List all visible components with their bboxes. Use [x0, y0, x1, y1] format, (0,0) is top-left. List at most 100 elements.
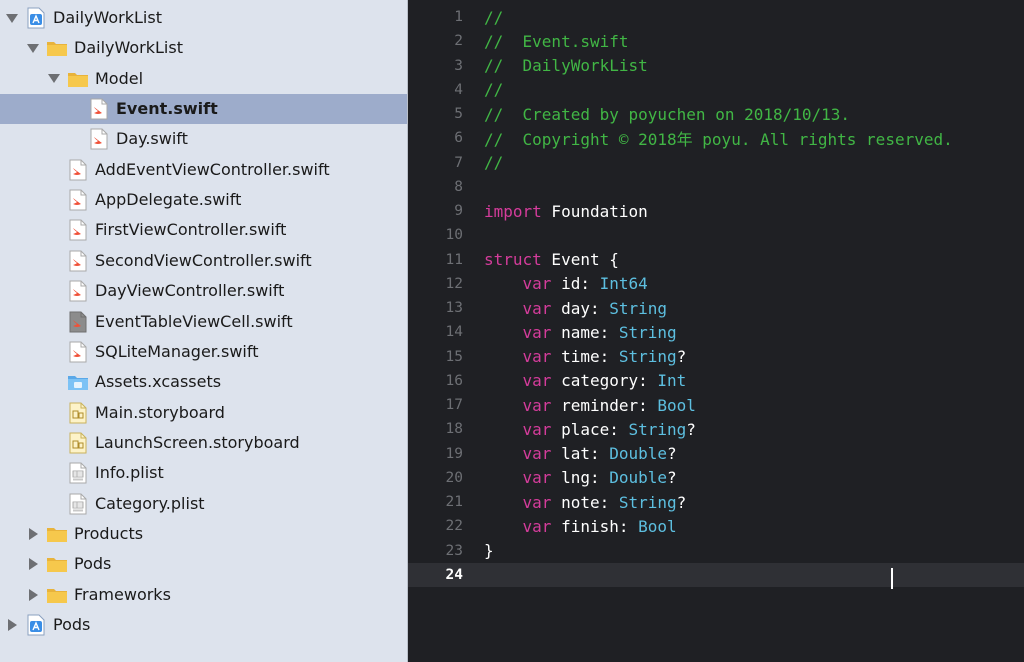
code-line[interactable]: 18 var place: String?: [408, 417, 1024, 441]
navigator-item[interactable]: Products: [0, 519, 407, 549]
navigator-item[interactable]: SQLiteManager.swift: [0, 337, 407, 367]
navigator-item[interactable]: Pods: [0, 549, 407, 579]
code-token-plain: day:: [551, 298, 610, 318]
code-token-keyword: struct: [484, 250, 542, 270]
disclosure-closed-icon[interactable]: [5, 618, 19, 632]
code-line[interactable]: 19 var lat: Double?: [408, 442, 1024, 466]
code-line[interactable]: 13 var day: String: [408, 296, 1024, 320]
line-number: 9: [454, 203, 463, 220]
code-text: var note: String?: [484, 493, 687, 512]
navigator-item[interactable]: AddEventViewController.swift: [0, 155, 407, 185]
xcode-project-icon: [25, 614, 47, 636]
code-line[interactable]: 9 import Foundation: [408, 199, 1024, 223]
code-line[interactable]: 3 // DailyWorkList: [408, 54, 1024, 78]
navigator-item[interactable]: DailyWorkList: [0, 3, 407, 33]
disclosure-closed-icon[interactable]: [26, 588, 40, 602]
swift-file-icon: [88, 98, 110, 120]
disclosure-closed-icon[interactable]: [26, 557, 40, 571]
navigator-item[interactable]: Event.swift: [0, 94, 407, 125]
code-line[interactable]: 15 var time: String?: [408, 345, 1024, 369]
source-editor[interactable]: 1 // 2 // Event.swift 3 // DailyWorkList 4 // 5 /…: [408, 0, 1024, 662]
code-text: //: [484, 153, 503, 172]
navigator-item[interactable]: Frameworks: [0, 580, 407, 610]
disclosure-open-icon[interactable]: [5, 11, 19, 25]
code-line[interactable]: 16 var category: Int: [408, 369, 1024, 393]
navigator-item-label: SecondViewController.swift: [95, 250, 312, 270]
navigator-item[interactable]: AppDelegate.swift: [0, 185, 407, 215]
code-line[interactable]: 14 var name: String: [408, 320, 1024, 344]
line-number: 5: [454, 106, 463, 123]
code-token-plain: category:: [551, 371, 658, 391]
code-token-keyword: var: [522, 516, 552, 536]
code-text: var finish: Bool: [484, 517, 677, 536]
code-line[interactable]: 8: [408, 175, 1024, 199]
code-text: //: [484, 80, 503, 99]
swift-file-gray-icon: [67, 311, 89, 333]
folder-icon: [67, 68, 89, 90]
navigator-item[interactable]: Category.plist: [0, 489, 407, 519]
navigator-item[interactable]: DailyWorkList: [0, 33, 407, 63]
navigator-item[interactable]: Main.storyboard: [0, 398, 407, 428]
navigator-item[interactable]: EventTableViewCell.swift: [0, 307, 407, 337]
navigator-item[interactable]: FirstViewController.swift: [0, 215, 407, 245]
disclosure-open-icon[interactable]: [26, 41, 40, 55]
code-text: import Foundation: [484, 202, 648, 221]
code-line[interactable]: 1 //: [408, 5, 1024, 29]
line-number: 4: [454, 81, 463, 98]
code-text: struct Event {: [484, 250, 619, 269]
code-line[interactable]: 2 // Event.swift: [408, 29, 1024, 53]
code-line[interactable]: 7 //: [408, 151, 1024, 175]
code-token-type: Bool: [638, 516, 677, 536]
code-line[interactable]: 22 var finish: Bool: [408, 514, 1024, 538]
code-token-plain: Event {: [541, 250, 619, 270]
code-line[interactable]: 5 // Created by poyuchen on 2018/10/13.: [408, 102, 1024, 126]
disclosure-open-icon[interactable]: [47, 72, 61, 86]
code-line[interactable]: 4 //: [408, 78, 1024, 102]
code-line[interactable]: 21 var note: String?: [408, 490, 1024, 514]
code-line[interactable]: 6 // Copyright © 2018年 poyu. All rights r…: [408, 126, 1024, 150]
navigator-item[interactable]: Model: [0, 64, 407, 94]
code-line[interactable]: 23}: [408, 539, 1024, 563]
text-cursor: [891, 568, 893, 589]
code-line[interactable]: 24: [408, 562, 1024, 587]
code-token-comment: // Event.swift: [484, 31, 629, 51]
navigator-item[interactable]: Info.plist: [0, 458, 407, 488]
folder-icon: [46, 523, 68, 545]
line-number: 13: [445, 300, 463, 317]
code-token-type: String: [628, 419, 687, 439]
code-line[interactable]: 11 struct Event {: [408, 248, 1024, 272]
code-text: var lat: Double?: [484, 444, 677, 463]
code-token-plain: Foundation: [541, 201, 648, 221]
navigator-item[interactable]: SecondViewController.swift: [0, 246, 407, 276]
navigator-item[interactable]: Day.swift: [0, 124, 407, 154]
navigator-item[interactable]: DayViewController.swift: [0, 276, 407, 306]
code-line[interactable]: 10: [408, 223, 1024, 247]
navigator-item[interactable]: Pods: [0, 610, 407, 640]
code-line[interactable]: 12 var id: Int64: [408, 272, 1024, 296]
swift-file-icon: [67, 250, 89, 272]
navigator-item-label: AddEventViewController.swift: [95, 159, 330, 179]
navigator-item[interactable]: LaunchScreen.storyboard: [0, 428, 407, 458]
code-token-comment: //: [484, 80, 504, 100]
line-number: 17: [445, 397, 463, 414]
navigator-item-label: Category.plist: [95, 493, 205, 513]
disclosure-closed-icon[interactable]: [26, 527, 40, 541]
code-text: var day: String: [484, 298, 668, 318]
code-token-type: String: [618, 322, 677, 342]
navigator-item[interactable]: Assets.xcassets: [0, 367, 407, 397]
line-number: 20: [445, 469, 463, 486]
code-token-type: String: [609, 298, 668, 318]
swift-file-icon: [88, 128, 110, 150]
code-line[interactable]: 17 var reminder: Bool: [408, 393, 1024, 417]
code-line[interactable]: 20 var lng: Double?: [408, 466, 1024, 490]
line-number: 21: [445, 494, 463, 511]
code-text: var place: String?: [484, 420, 696, 439]
